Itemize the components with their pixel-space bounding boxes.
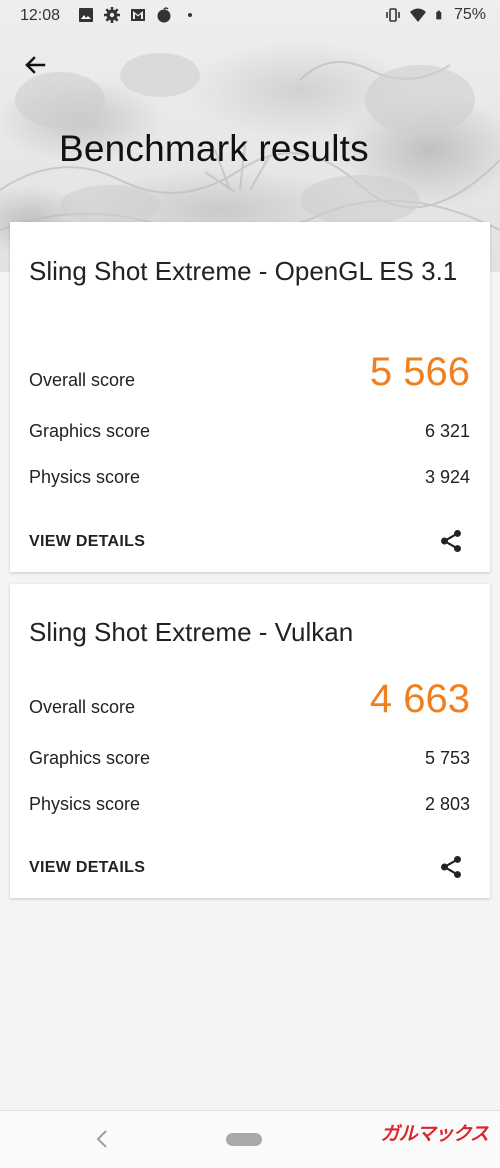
graphics-score-label: Graphics score <box>29 748 151 768</box>
overall-score-value: 5 566 <box>369 350 470 394</box>
result-card-opengl: Sling Shot Extreme - OpenGL ES 3.1 Overa… <box>10 222 490 572</box>
nav-back-icon[interactable] <box>92 1127 112 1151</box>
graphics-score-value: 5 753 <box>424 748 470 768</box>
navigation-bar: ガルマックス <box>0 1110 500 1168</box>
share-icon[interactable] <box>438 854 464 880</box>
image-icon <box>79 8 93 22</box>
physics-score-label: Physics score <box>29 794 141 814</box>
test-title: Sling Shot Extreme - OpenGL ES 3.1 <box>29 256 458 286</box>
dot-icon <box>188 13 192 17</box>
graphics-score-label: Graphics score <box>29 421 151 441</box>
watermark-logo: ガルマックス <box>380 1124 489 1145</box>
battery-icon <box>436 10 442 20</box>
result-card-vulkan: Sling Shot Extreme - Vulkan Overall scor… <box>10 584 490 898</box>
home-pill-button[interactable] <box>226 1133 262 1146</box>
overall-score-value: 4 663 <box>369 677 470 721</box>
arrow-left-icon <box>25 56 46 74</box>
battery-percent: 75% <box>453 6 486 23</box>
physics-score-value: 3 924 <box>424 467 470 487</box>
overall-score-label: Overall score <box>29 370 136 390</box>
notification-icons <box>78 7 198 23</box>
physics-score-label: Physics score <box>29 467 141 487</box>
vibrate-icon <box>386 8 400 22</box>
view-details-button[interactable]: VIEW DETAILS <box>29 859 145 877</box>
system-icons: 75% <box>385 6 486 24</box>
view-details-button[interactable]: VIEW DETAILS <box>29 533 145 551</box>
share-icon[interactable] <box>438 528 464 554</box>
status-time: 12:08 <box>20 7 61 24</box>
physics-score-value: 2 803 <box>424 794 470 814</box>
page-title: Benchmark results <box>59 128 369 169</box>
graphics-score-value: 6 321 <box>424 421 470 441</box>
back-button[interactable] <box>18 48 52 82</box>
gear-icon <box>104 7 120 23</box>
status-bar: 12:08 75% <box>0 0 500 32</box>
app-icon <box>157 7 171 23</box>
test-title: Sling Shot Extreme - Vulkan <box>29 617 354 647</box>
wifi-icon <box>409 8 426 22</box>
overall-score-label: Overall score <box>29 697 136 717</box>
gmail-icon <box>131 9 145 21</box>
